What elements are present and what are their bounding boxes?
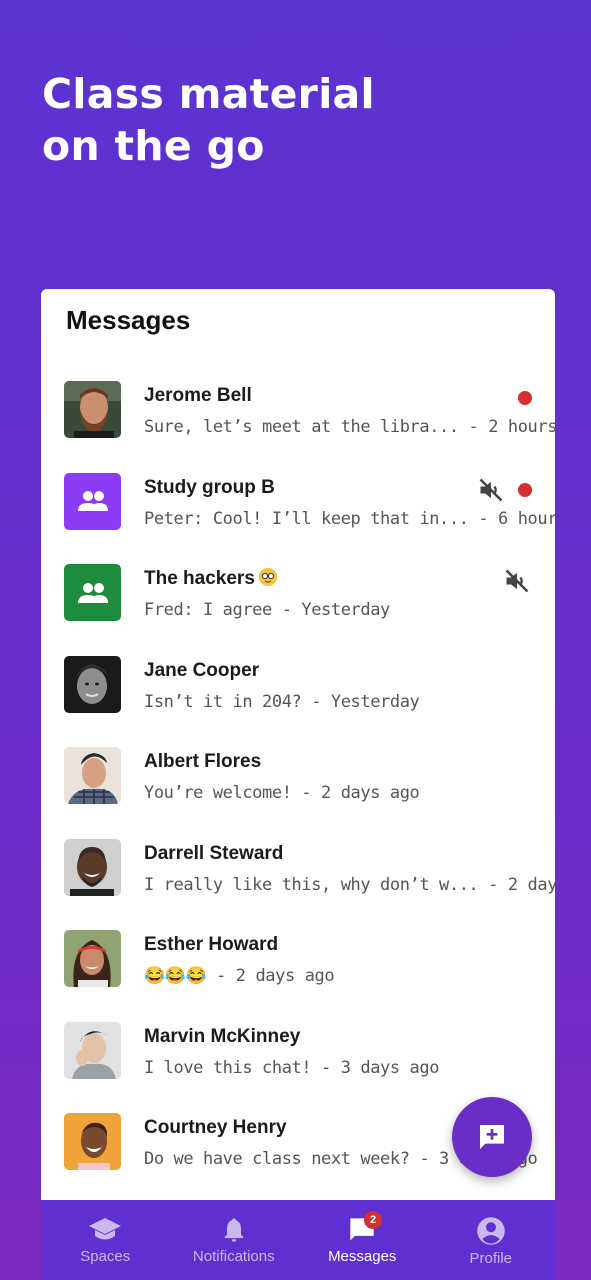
- muted-icon: [505, 569, 529, 593]
- conversation-preview: You’re welcome! - 2 days ago: [144, 783, 420, 803]
- muted-icon: [479, 478, 503, 501]
- conversation-preview: Fred: I agree - Yesterday: [144, 600, 390, 620]
- nav-item-profile[interactable]: Profile: [427, 1200, 556, 1280]
- avatar: [64, 838, 121, 896]
- bell-icon: [224, 1218, 244, 1242]
- hero-line-2: on the go: [42, 122, 265, 170]
- conversation-preview: Isn’t it in 204? - Yesterday: [144, 691, 420, 712]
- conversation-name: Jerome Bell: [144, 385, 252, 406]
- nav-item-notifications[interactable]: Notifications: [170, 1200, 299, 1280]
- nav-label: Notifications: [192, 1248, 275, 1265]
- hero-line-1: Class material: [42, 70, 375, 118]
- conversation-row[interactable]: Esther Howard 😂😂😂 - 2 days ago: [41, 930, 555, 1022]
- conversation-name-text: The hackers: [144, 568, 255, 589]
- nerd-face-icon: [258, 568, 277, 586]
- avatar: [64, 655, 121, 713]
- group-avatar: [64, 472, 121, 530]
- nav-item-spaces[interactable]: Spaces: [41, 1200, 170, 1280]
- nav-label: Spaces: [80, 1248, 131, 1265]
- avatar: [64, 930, 121, 987]
- unread-indicator: [518, 391, 532, 405]
- conversation-name: Courtney Henry: [144, 1117, 287, 1138]
- group-icon: [77, 582, 108, 603]
- conversation-row[interactable]: Study group B Peter: Cool! I’ll keep tha…: [41, 472, 555, 565]
- conversation-preview: Sure, let’s meet at the libra... - 2 hou…: [144, 417, 555, 437]
- nav-item-messages[interactable]: 2 Messages: [298, 1200, 427, 1280]
- conversation-name: Albert Flores: [144, 751, 262, 772]
- bottom-navigation: Spaces Notifications 2 Messages Profile: [41, 1200, 555, 1280]
- new-message-button[interactable]: [452, 1097, 532, 1177]
- conversation-name: Darrell Steward: [144, 842, 284, 864]
- conversation-name: Esther Howard: [144, 934, 279, 955]
- conversation-preview: 😂😂😂 - 2 days ago: [144, 966, 335, 986]
- conversation-row[interactable]: Albert Flores You’re welcome! - 2 days a…: [41, 747, 555, 839]
- conversation-name: The hackers: [144, 568, 277, 590]
- avatar: [64, 1021, 121, 1079]
- nav-label: Profile: [469, 1250, 513, 1267]
- group-avatar: [64, 564, 121, 621]
- page-title: Messages: [66, 305, 191, 335]
- conversation-name: Marvin McKinney: [144, 1025, 301, 1047]
- messages-badge: 2: [364, 1211, 382, 1229]
- nav-label: Messages: [328, 1248, 397, 1265]
- conversation-preview: Peter: Cool! I’ll keep that in... - 6 ho…: [144, 508, 555, 529]
- group-icon: [77, 491, 108, 511]
- conversation-name: Study group B: [144, 476, 275, 498]
- conversation-row[interactable]: The hackers Fred: I agree - Yesterday: [41, 564, 555, 656]
- conversation-row[interactable]: Jane Cooper Isn’t it in 204? - Yesterday: [41, 655, 555, 748]
- avatar: [64, 1113, 121, 1170]
- hero-headline: Class material on the go: [42, 68, 522, 172]
- conversation-row[interactable]: Darrell Steward I really like this, why …: [41, 838, 555, 931]
- conversation-preview: I love this chat! - 3 days ago: [144, 1057, 440, 1078]
- conversation-preview: I really like this, why don’t w... - 2 d…: [144, 874, 555, 895]
- conversation-name: Jane Cooper: [144, 659, 260, 681]
- avatar: [64, 381, 121, 438]
- graduation-cap-icon: [89, 1218, 122, 1240]
- conversation-row[interactable]: Jerome Bell Sure, let’s meet at the libr…: [41, 381, 555, 473]
- new-message-icon: [480, 1125, 504, 1149]
- avatar: [64, 747, 121, 804]
- account-circle-icon: [477, 1217, 505, 1245]
- unread-indicator: [518, 482, 532, 497]
- conversation-list: Jerome Bell Sure, let’s meet at the libr…: [41, 381, 555, 1205]
